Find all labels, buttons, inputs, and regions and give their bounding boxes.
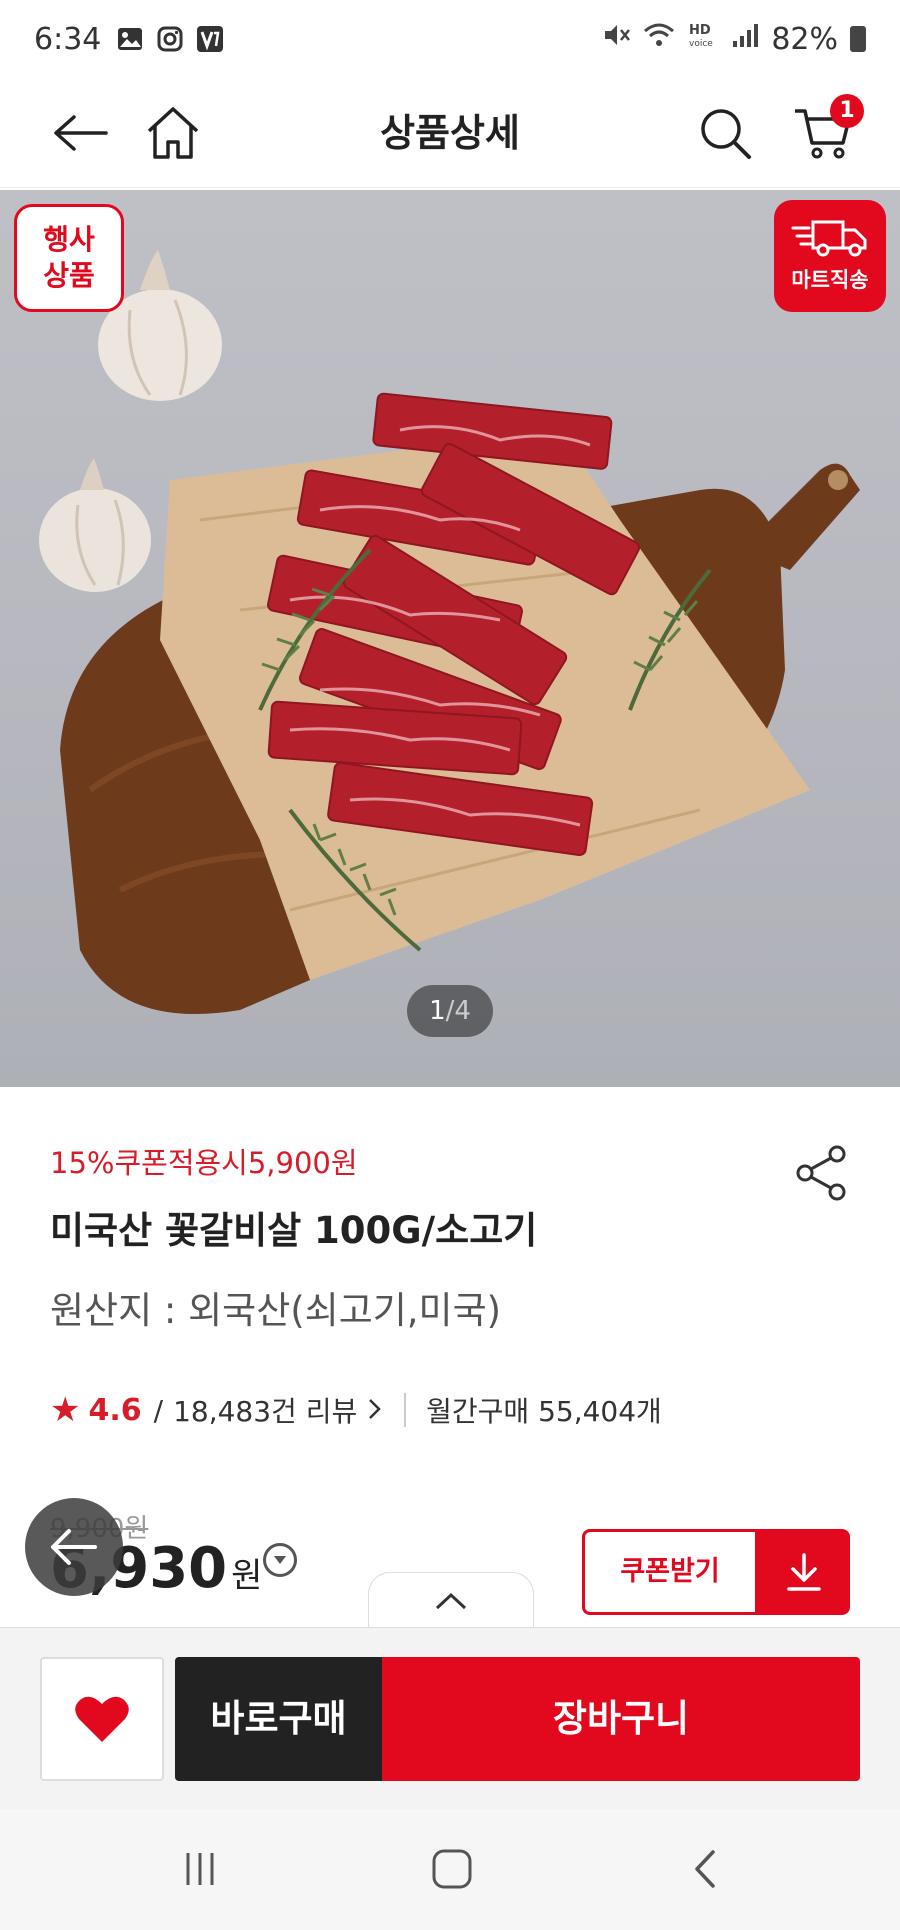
mart-delivery-label: 마트직송 — [791, 268, 869, 292]
wishlist-button[interactable] — [40, 1657, 164, 1781]
floating-back-button[interactable] — [25, 1498, 123, 1596]
battery-icon — [850, 26, 866, 52]
system-navigation-bar — [0, 1809, 900, 1930]
review-count: 18,483건 리뷰 — [173, 1395, 358, 1428]
get-coupon-button[interactable]: 쿠폰받기 — [582, 1529, 758, 1615]
rating-separator: / — [153, 1393, 164, 1427]
instagram-icon — [155, 24, 185, 54]
pager-total: 4 — [454, 996, 471, 1026]
hd-voice-icon: HD voice — [687, 21, 719, 57]
top-navigation: 상품상세 1 — [0, 78, 900, 188]
app-v-icon — [195, 24, 225, 54]
star-icon: ★ — [50, 1390, 81, 1430]
page-title: 상품상세 — [380, 111, 520, 155]
beef-product-photo — [39, 250, 860, 1014]
search-icon[interactable] — [690, 98, 760, 168]
battery-percent: 82% — [771, 21, 838, 57]
chevron-up-icon — [435, 1592, 467, 1609]
signal-icon — [731, 22, 759, 57]
add-to-cart-button[interactable]: 장바구니 — [382, 1657, 860, 1781]
cart-icon[interactable]: 1 — [788, 94, 864, 168]
review-link[interactable]: 18,483건 리뷰 — [173, 1390, 384, 1430]
svg-text:HD: HD — [689, 23, 711, 38]
heart-icon — [75, 1696, 129, 1742]
rating-row: ★ 4.6 / 18,483건 리뷰 월간구매 55,404개 — [50, 1390, 662, 1430]
chevron-right-icon — [369, 1399, 381, 1419]
cart-count-badge: 1 — [830, 94, 864, 128]
rating-score: 4.6 — [88, 1392, 142, 1428]
download-icon[interactable] — [758, 1529, 850, 1615]
back-arrow-icon[interactable] — [45, 98, 115, 168]
share-icon[interactable] — [790, 1142, 852, 1204]
price-unit: 원 — [231, 1556, 263, 1596]
pager-current: 1 — [429, 996, 446, 1026]
svg-text:voice: voice — [689, 39, 713, 49]
wifi-icon — [643, 21, 675, 57]
divider — [404, 1393, 407, 1427]
collapse-toggle[interactable] — [368, 1572, 534, 1628]
delivery-truck-icon — [791, 220, 867, 257]
price-dropdown-icon[interactable] — [263, 1543, 297, 1577]
product-origin: 원산지 : 외국산(쇠고기,미국) — [50, 1289, 502, 1332]
status-bar: 6:34 HD voice 82% — [0, 0, 900, 78]
system-home-icon[interactable] — [422, 1844, 482, 1894]
bottom-action-bar: 바로구매 장바구니 — [0, 1627, 900, 1809]
image-pager: 1/4 — [407, 985, 493, 1037]
coupon-discount-text: 15%쿠폰적용시5,900원 — [50, 1146, 358, 1180]
product-name: 미국산 꽃갈비살 100G/소고기 — [50, 1209, 538, 1252]
gallery-icon — [115, 24, 145, 54]
product-image[interactable]: 행사 상품 마트직송 1/4 — [0, 190, 900, 1087]
buy-now-button[interactable]: 바로구매 — [175, 1657, 382, 1781]
event-tag-line1: 행사 — [43, 223, 95, 256]
system-back-icon[interactable] — [676, 1844, 736, 1894]
status-time: 6:34 — [34, 21, 102, 57]
arrow-left-icon — [51, 1529, 97, 1565]
home-icon[interactable] — [138, 98, 208, 168]
mart-delivery-tag: 마트직송 — [774, 200, 886, 312]
mute-icon — [601, 20, 631, 58]
event-product-tag: 행사 상품 — [14, 204, 124, 312]
monthly-sales: 월간구매 55,404개 — [426, 1395, 662, 1428]
recent-apps-icon[interactable] — [170, 1844, 230, 1894]
event-tag-line2: 상품 — [43, 259, 95, 292]
